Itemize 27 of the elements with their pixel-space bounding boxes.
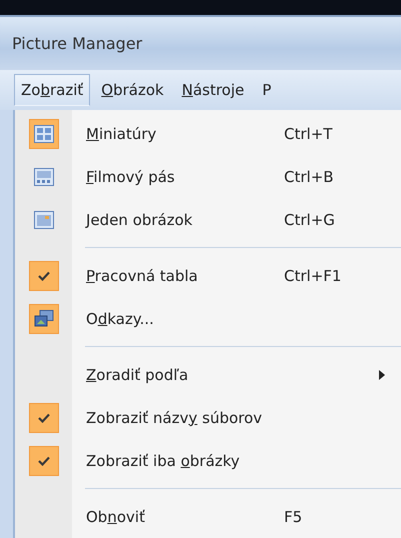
menu-item-label[interactable]: Zobraziť názvy súborov: [86, 408, 284, 426]
menu-item-label[interactable]: Obnoviť: [86, 508, 284, 526]
checkmark-icon: [38, 456, 50, 466]
menu-item-label[interactable]: Odkazy...: [86, 310, 284, 328]
menu-item-label[interactable]: Zoradiť podľa: [86, 366, 284, 384]
menu-bar-item[interactable]: Obrázok: [94, 74, 171, 106]
shortcut-text: Ctrl+F1: [284, 266, 342, 284]
menu-item-label[interactable]: Miniatúry: [86, 124, 284, 142]
menu-bar-item[interactable]: P: [255, 74, 278, 106]
menu-item-label[interactable]: Pracovná tabla: [86, 266, 284, 284]
menu-item-label[interactable]: Jeden obrázok: [86, 210, 284, 228]
shortcut-text: Ctrl+B: [284, 168, 334, 186]
menu-bar-item[interactable]: Nástroje: [174, 74, 252, 106]
menu-item-label[interactable]: Zobraziť iba obrázky: [86, 452, 284, 470]
thumbnails-icon: [34, 124, 54, 142]
checkmark-icon: [38, 270, 50, 280]
checkmark-icon: [38, 412, 50, 422]
window-title: Picture Manager: [12, 34, 142, 53]
submenu-arrow-icon: [379, 370, 385, 380]
linked-pictures-icon: [34, 310, 54, 328]
menu-item-label[interactable]: Filmový pás: [86, 168, 284, 186]
shortcut-text: Ctrl+T: [284, 124, 332, 142]
shortcut-text: Ctrl+G: [284, 210, 335, 228]
single-picture-icon: [34, 210, 54, 228]
shortcut-text: F5: [284, 508, 302, 526]
filmstrip-icon: [34, 168, 54, 186]
menu-bar-item[interactable]: Zobraziť: [14, 74, 90, 106]
